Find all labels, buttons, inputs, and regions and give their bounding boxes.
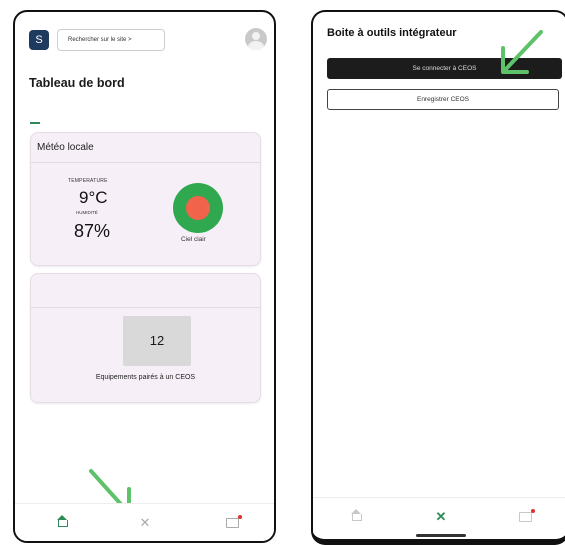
messages-icon bbox=[226, 515, 242, 528]
home-icon bbox=[57, 515, 68, 527]
accent-divider bbox=[30, 122, 40, 124]
annotation-arrow-icon bbox=[501, 30, 543, 74]
messages-icon bbox=[519, 509, 535, 522]
nav-home-button[interactable] bbox=[342, 506, 372, 528]
nav-tools-button[interactable]: ✕ bbox=[426, 506, 456, 528]
notification-dot bbox=[531, 509, 535, 513]
nav-tools-button[interactable]: ✕ bbox=[130, 512, 160, 534]
page-title: Tableau de bord bbox=[29, 76, 125, 90]
temperature-label: TEMPERATURE bbox=[68, 178, 108, 184]
nav-messages-button[interactable] bbox=[511, 506, 541, 528]
nav-messages-button[interactable] bbox=[218, 512, 248, 534]
humidity-value: 87% bbox=[74, 221, 111, 241]
humidity-label: HUMIDITÉ bbox=[76, 210, 98, 215]
weather-card-title: Météo locale bbox=[31, 133, 260, 163]
device-count: 12 bbox=[123, 316, 191, 366]
site-search-button[interactable]: Rechercher sur le site > bbox=[57, 29, 165, 51]
phone-screen-dashboard: S Rechercher sur le site > Tableau de bo… bbox=[13, 10, 276, 543]
toolbox-title: Boite à outils intégrateur bbox=[327, 27, 457, 39]
device-count-label: Equipements pairés à un CEOS bbox=[95, 374, 196, 381]
register-ceos-button[interactable]: Enregistrer CEOS bbox=[327, 89, 559, 110]
paired-devices-card[interactable]: 12 Equipements pairés à un CEOS bbox=[30, 273, 261, 403]
weather-sun-icon bbox=[173, 183, 223, 233]
temperature-value: 9°C bbox=[79, 188, 108, 207]
notification-dot bbox=[238, 515, 242, 519]
tools-icon: ✕ bbox=[139, 515, 151, 530]
devices-card-header bbox=[31, 274, 260, 308]
tools-icon: ✕ bbox=[435, 509, 447, 524]
site-logo[interactable]: S bbox=[29, 30, 49, 50]
bottom-nav: ✕ bbox=[15, 503, 274, 541]
avatar[interactable] bbox=[245, 28, 267, 50]
home-icon bbox=[351, 509, 362, 521]
gesture-home-bar[interactable] bbox=[416, 534, 466, 537]
weather-condition: Ciel clair bbox=[181, 236, 206, 243]
nav-home-button[interactable] bbox=[48, 512, 78, 534]
weather-card: Météo locale TEMPERATURE 9°C HUMIDITÉ 87… bbox=[30, 132, 261, 266]
bottom-nav: ✕ bbox=[313, 497, 565, 535]
top-bar: S Rechercher sur le site > bbox=[27, 28, 267, 54]
phone-screen-toolbox: Boite à outils intégrateur Se connecter … bbox=[311, 10, 565, 545]
